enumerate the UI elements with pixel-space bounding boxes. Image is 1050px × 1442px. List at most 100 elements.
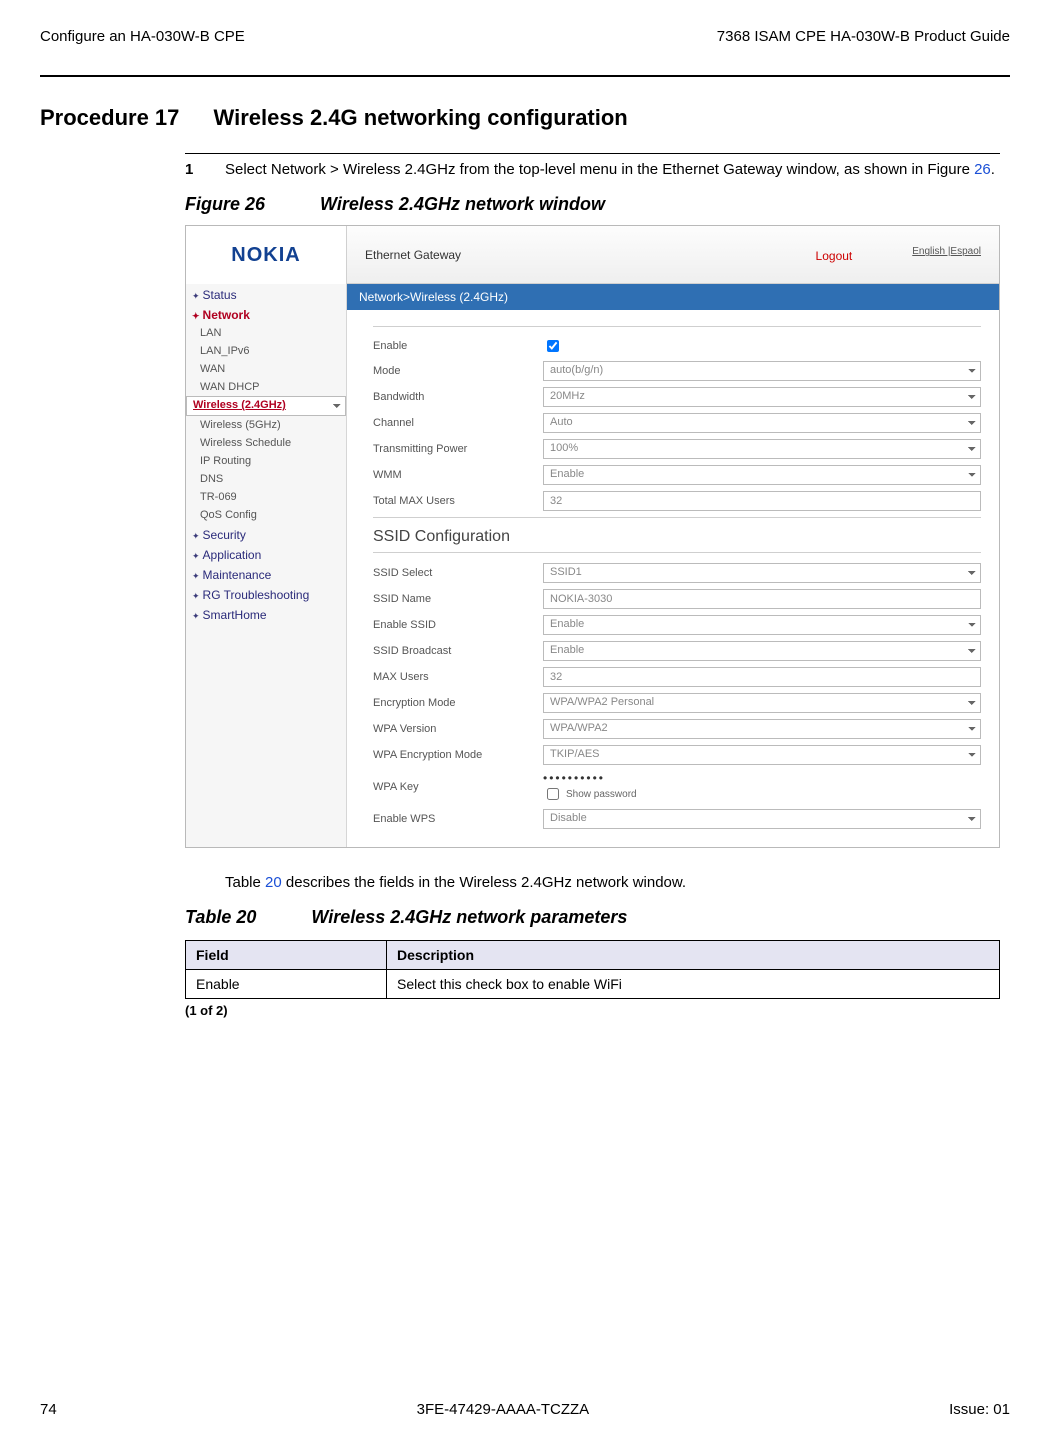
screenshot-figure: NOKIA Ethernet Gateway Logout English |E… bbox=[185, 225, 1000, 848]
table-row: Enable Select this check box to enable W… bbox=[186, 970, 1000, 999]
max-users-input[interactable] bbox=[543, 667, 981, 687]
label-wpa-encryption-mode: WPA Encryption Mode bbox=[373, 749, 543, 761]
ssid-name-input[interactable] bbox=[543, 589, 981, 609]
step-text-post: . bbox=[991, 161, 995, 178]
label-encryption-mode: Encryption Mode bbox=[373, 697, 543, 709]
enable-ssid-select[interactable]: Enable bbox=[543, 615, 981, 635]
sidebar-sub-wan[interactable]: WAN bbox=[186, 360, 346, 378]
sidebar-item-label: Status bbox=[203, 288, 237, 302]
encryption-mode-select[interactable]: WPA/WPA2 Personal bbox=[543, 693, 981, 713]
sidebar-sub-lan[interactable]: LAN bbox=[186, 324, 346, 342]
show-password-checkbox[interactable] bbox=[547, 788, 559, 800]
label-wpa-version: WPA Version bbox=[373, 723, 543, 735]
figure-caption: Figure 26 Wireless 2.4GHz network window bbox=[185, 194, 1000, 215]
logout-link[interactable]: Logout bbox=[816, 249, 853, 263]
figure-ref-link[interactable]: 26 bbox=[974, 161, 991, 178]
divider bbox=[373, 552, 981, 553]
ssid-broadcast-select[interactable]: Enable bbox=[543, 641, 981, 661]
table-intro: Table 20 describes the fields in the Wir… bbox=[225, 874, 1000, 891]
sidebar-item-network[interactable]: Network bbox=[186, 304, 346, 324]
footer-doc-id: 3FE-47429-AAAA-TCZZA bbox=[417, 1401, 590, 1418]
sidebar-sub-wireless-5[interactable]: Wireless (5GHz) bbox=[186, 416, 346, 434]
label-channel: Channel bbox=[373, 417, 543, 429]
divider bbox=[373, 326, 981, 327]
show-password-label: Show password bbox=[566, 789, 637, 800]
step-text: Select Network > Wireless 2.4GHz from th… bbox=[225, 160, 1000, 180]
mode-select[interactable]: auto(b/g/n) bbox=[543, 361, 981, 381]
sidebar-sub-wireless-24[interactable]: Wireless (2.4GHz) bbox=[186, 396, 346, 416]
topbar-title: Ethernet Gateway bbox=[365, 248, 461, 262]
sidebar-sub-qos[interactable]: QoS Config bbox=[186, 506, 346, 524]
header-right: 7368 ISAM CPE HA-030W-B Product Guide bbox=[717, 28, 1010, 45]
label-ssid-name: SSID Name bbox=[373, 593, 543, 605]
table-page-note: (1 of 2) bbox=[185, 1003, 1000, 1018]
total-max-users-input[interactable] bbox=[543, 491, 981, 511]
cell-description: Select this check box to enable WiFi bbox=[387, 970, 1000, 999]
footer-issue: Issue: 01 bbox=[949, 1401, 1010, 1418]
procedure-heading: Procedure 17 Wireless 2.4G networking co… bbox=[40, 105, 1010, 131]
label-enable-ssid: Enable SSID bbox=[373, 619, 543, 631]
sidebar-item-smarthome[interactable]: SmartHome bbox=[186, 604, 346, 624]
sidebar-item-rg-troubleshooting[interactable]: RG Troubleshooting bbox=[186, 584, 346, 604]
table-intro-post: describes the fields in the Wireless 2.4… bbox=[282, 874, 686, 891]
label-bandwidth: Bandwidth bbox=[373, 391, 543, 403]
divider bbox=[373, 517, 981, 518]
sidebar-item-label: Application bbox=[203, 548, 262, 562]
table-label: Table 20 bbox=[185, 907, 256, 927]
table-title: Wireless 2.4GHz network parameters bbox=[311, 907, 627, 927]
label-enable-wps: Enable WPS bbox=[373, 813, 543, 825]
sidebar-sub-wan-dhcp[interactable]: WAN DHCP bbox=[186, 378, 346, 396]
sidebar-item-label: SmartHome bbox=[203, 608, 267, 622]
sidebar-item-label: Security bbox=[203, 528, 246, 542]
sidebar-sub-dns[interactable]: DNS bbox=[186, 470, 346, 488]
table-ref-link[interactable]: 20 bbox=[265, 874, 282, 891]
sidebar-item-label: RG Troubleshooting bbox=[203, 588, 310, 602]
sidebar-item-label: Network bbox=[203, 308, 250, 322]
parameters-table: Field Description Enable Select this che… bbox=[185, 940, 1000, 999]
wpa-key-value: •••••••••• bbox=[543, 771, 605, 785]
label-enable: Enable bbox=[373, 340, 543, 352]
label-max-users: MAX Users bbox=[373, 671, 543, 683]
wmm-select[interactable]: Enable bbox=[543, 465, 981, 485]
language-selector[interactable]: English |Espaol bbox=[912, 246, 981, 263]
enable-checkbox[interactable] bbox=[547, 340, 559, 352]
label-mode: Mode bbox=[373, 365, 543, 377]
label-wpa-key: WPA Key bbox=[373, 781, 543, 793]
figure-label: Figure 26 bbox=[185, 194, 265, 214]
figure-title: Wireless 2.4GHz network window bbox=[320, 194, 605, 214]
tx-power-select[interactable]: 100% bbox=[543, 439, 981, 459]
enable-wps-select[interactable]: Disable bbox=[543, 809, 981, 829]
logo-text: NOKIA bbox=[231, 244, 300, 267]
sidebar-sub-tr069[interactable]: TR-069 bbox=[186, 488, 346, 506]
procedure-number: Procedure 17 bbox=[40, 105, 179, 130]
wpa-encryption-mode-select[interactable]: TKIP/AES bbox=[543, 745, 981, 765]
step-1: 1 Select Network > Wireless 2.4GHz from … bbox=[185, 153, 1000, 180]
procedure-title: Wireless 2.4G networking configuration bbox=[214, 105, 628, 130]
table-intro-pre: Table bbox=[225, 874, 265, 891]
sidebar-item-application[interactable]: Application bbox=[186, 544, 346, 564]
ssid-select[interactable]: SSID1 bbox=[543, 563, 981, 583]
wpa-version-select[interactable]: WPA/WPA2 bbox=[543, 719, 981, 739]
sidebar-item-status[interactable]: Status bbox=[186, 284, 346, 304]
label-wmm: WMM bbox=[373, 469, 543, 481]
sidebar-item-security[interactable]: Security bbox=[186, 524, 346, 544]
bandwidth-select[interactable]: 20MHz bbox=[543, 387, 981, 407]
table-caption: Table 20 Wireless 2.4GHz network paramet… bbox=[185, 907, 1000, 928]
channel-select[interactable]: Auto bbox=[543, 413, 981, 433]
sidebar-sub-ip-routing[interactable]: IP Routing bbox=[186, 452, 346, 470]
label-txpower: Transmitting Power bbox=[373, 443, 543, 455]
label-ssid-select: SSID Select bbox=[373, 567, 543, 579]
footer-page-number: 74 bbox=[40, 1401, 57, 1418]
breadcrumb: Network>Wireless (2.4GHz) bbox=[347, 284, 999, 310]
ssid-section-heading: SSID Configuration bbox=[373, 528, 981, 546]
cell-field: Enable bbox=[186, 970, 387, 999]
label-total-max-users: Total MAX Users bbox=[373, 495, 543, 507]
sidebar-sub-wireless-schedule[interactable]: Wireless Schedule bbox=[186, 434, 346, 452]
header-rule bbox=[40, 75, 1010, 77]
brand-logo: NOKIA bbox=[186, 226, 346, 284]
header-left: Configure an HA-030W-B CPE bbox=[40, 28, 245, 45]
sidebar-item-label: Maintenance bbox=[203, 568, 272, 582]
sidebar-item-maintenance[interactable]: Maintenance bbox=[186, 564, 346, 584]
table-header-description: Description bbox=[387, 941, 1000, 970]
sidebar-sub-lan-ipv6[interactable]: LAN_IPv6 bbox=[186, 342, 346, 360]
